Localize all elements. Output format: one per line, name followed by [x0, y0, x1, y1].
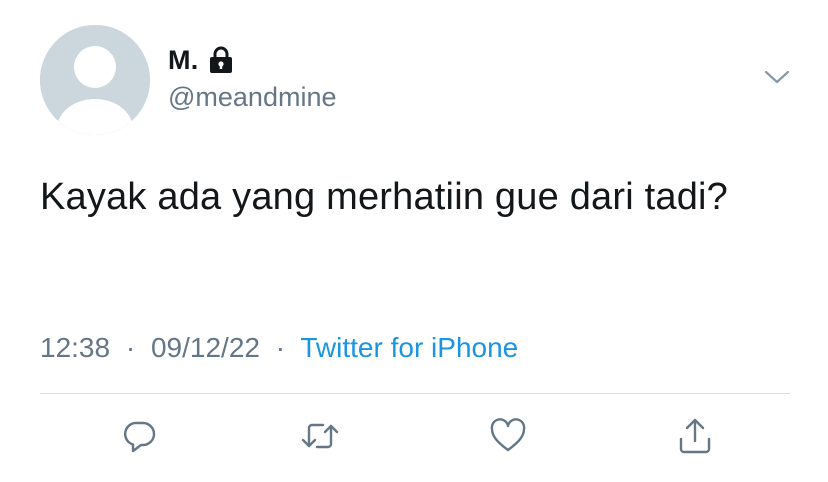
reply-icon [124, 421, 156, 453]
share-button[interactable] [673, 414, 717, 458]
tweet-card: M. @meandmine Kayak ada yang merhatiin g… [0, 0, 828, 482]
tweet-meta: 12:38 · 09/12/22 · Twitter for iPhone [40, 332, 518, 364]
author-handle[interactable]: @meandmine [168, 82, 337, 113]
like-button[interactable] [486, 414, 530, 458]
divider [40, 393, 790, 394]
lock-icon [209, 46, 233, 74]
tweet-time: 12:38 [40, 332, 111, 363]
like-icon [490, 418, 526, 452]
default-avatar-icon [40, 25, 150, 135]
meta-separator: · [275, 332, 286, 363]
meta-separator: · [125, 332, 136, 363]
tweet-source-link[interactable]: Twitter for iPhone [300, 332, 518, 363]
author-name-row: M. [168, 44, 233, 76]
tweet-actions [0, 414, 828, 458]
retweet-button[interactable] [298, 414, 342, 458]
avatar[interactable] [40, 25, 150, 135]
share-icon [679, 418, 711, 454]
reply-button[interactable] [118, 414, 162, 458]
display-name[interactable]: M. [168, 45, 199, 76]
retweet-icon [301, 423, 339, 449]
tweet-date: 09/12/22 [150, 332, 260, 363]
tweet-text: Kayak ada yang merhatiin gue dari tadi? [40, 176, 729, 218]
chevron-down-icon[interactable] [762, 66, 792, 88]
